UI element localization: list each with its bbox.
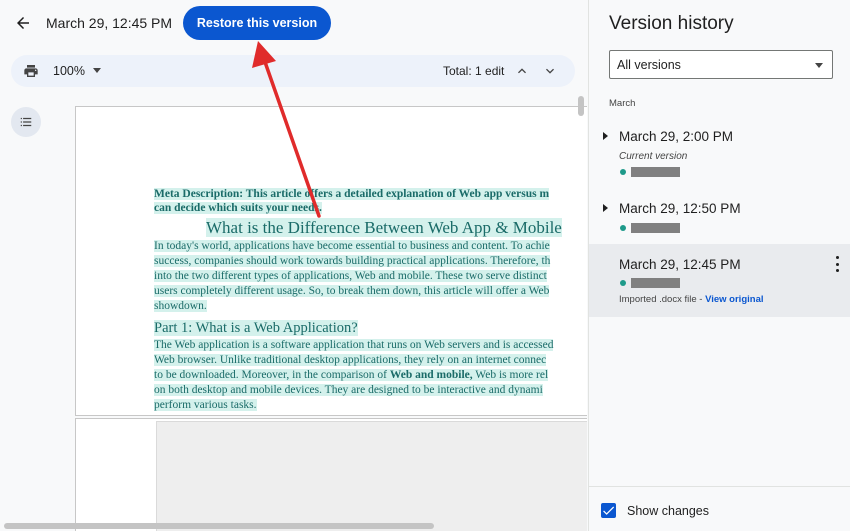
checkmark-icon — [603, 506, 615, 515]
version-time: March 29, 2:00 PM — [619, 129, 734, 144]
chevron-up-icon[interactable] — [514, 63, 530, 79]
show-changes-label: Show changes — [627, 504, 710, 518]
version-item[interactable]: March 29, 12:50 PM — [589, 190, 850, 240]
version-item-selected[interactable]: March 29, 12:45 PM Imported .docx file -… — [589, 244, 850, 317]
paragraph-line: Web browser. Unlike traditional desktop … — [154, 354, 547, 366]
document-page: Meta Description: This article offers a … — [75, 106, 587, 416]
meta-description-line: can decide which suits your needs. — [154, 202, 322, 214]
list-icon — [20, 117, 32, 127]
printer-icon[interactable] — [23, 63, 39, 79]
zoom-select[interactable]: 100% — [53, 64, 101, 78]
document-outline-button[interactable] — [11, 107, 41, 137]
zoom-value: 100% — [53, 64, 85, 78]
more-vert-icon[interactable] — [832, 256, 842, 272]
paragraph-line: users completely different usage. So, to… — [154, 285, 550, 297]
arrow-left-icon — [17, 17, 29, 29]
month-group-label: March — [609, 98, 636, 109]
restore-version-button[interactable]: Restore this version — [183, 6, 331, 40]
paragraph-line: to be downloaded. Moreover, in the compa… — [154, 369, 549, 381]
editor-name-redacted — [631, 223, 680, 233]
panel-title: Version history — [609, 13, 734, 34]
meta-description-line: Meta Description: This article offers a … — [154, 188, 550, 200]
current-version-label: Current version — [619, 151, 688, 162]
panel-footer: Show changes — [589, 486, 850, 531]
document-content: Meta Description: This article offers a … — [154, 187, 587, 413]
paragraph-line: The Web application is a software applic… — [154, 339, 554, 351]
caret-down-icon — [815, 63, 823, 68]
page-content-placeholder — [156, 421, 587, 531]
editor-name-redacted — [631, 167, 680, 177]
paragraph-line: perform various tasks. — [154, 399, 257, 411]
version-time: March 29, 12:50 PM — [619, 201, 741, 216]
total-edits-count: Total: 1 edit — [443, 64, 505, 78]
paragraph-line: In today's world, applications have beco… — [154, 240, 550, 252]
editor-color-dot — [620, 169, 626, 175]
preview-toolbar: 100% Total: 1 edit — [11, 55, 575, 87]
bold-text: Web and mobile, — [389, 369, 473, 381]
editor-color-dot — [620, 225, 626, 231]
editor-color-dot — [620, 280, 626, 286]
paragraph-text: to be downloaded. Moreover, in the compa… — [154, 369, 390, 381]
chevron-down-icon[interactable] — [542, 63, 558, 79]
version-history-panel: Version history All versions March March… — [588, 0, 850, 531]
editor-name-redacted — [631, 278, 680, 288]
paragraph-line: success, companies should work towards b… — [154, 255, 551, 267]
imported-file-note: Imported .docx file - View original — [619, 294, 764, 305]
back-button[interactable] — [10, 10, 36, 36]
filter-value: All versions — [617, 58, 681, 72]
document-page-2 — [75, 418, 587, 531]
version-date-title: March 29, 12:45 PM — [46, 15, 173, 31]
horizontal-scrollbar[interactable] — [4, 523, 434, 529]
vertical-scrollbar[interactable] — [578, 96, 584, 116]
version-time: March 29, 12:45 PM — [619, 257, 741, 272]
section-heading: Part 1: What is a Web Application? — [154, 320, 358, 336]
version-filter-dropdown[interactable]: All versions — [609, 50, 833, 79]
imported-text: Imported .docx file - — [619, 294, 706, 305]
paragraph-line: showdown. — [154, 300, 207, 312]
view-original-link[interactable]: View original — [705, 294, 763, 305]
show-changes-checkbox[interactable] — [601, 503, 616, 518]
document-preview-area: March 29, 12:45 PM Restore this version … — [0, 0, 588, 531]
expand-caret-icon[interactable] — [603, 204, 608, 212]
paragraph-line: on both desktop and mobile devices. They… — [154, 384, 543, 396]
caret-down-icon — [92, 68, 101, 73]
version-item[interactable]: March 29, 2:00 PM Current version — [589, 118, 850, 184]
paragraph-text: Web is more rel — [472, 369, 549, 381]
expand-caret-icon[interactable] — [603, 132, 608, 140]
paragraph-line: into the two different types of applicat… — [154, 270, 547, 282]
document-title: What is the Difference Between Web App &… — [206, 218, 562, 237]
